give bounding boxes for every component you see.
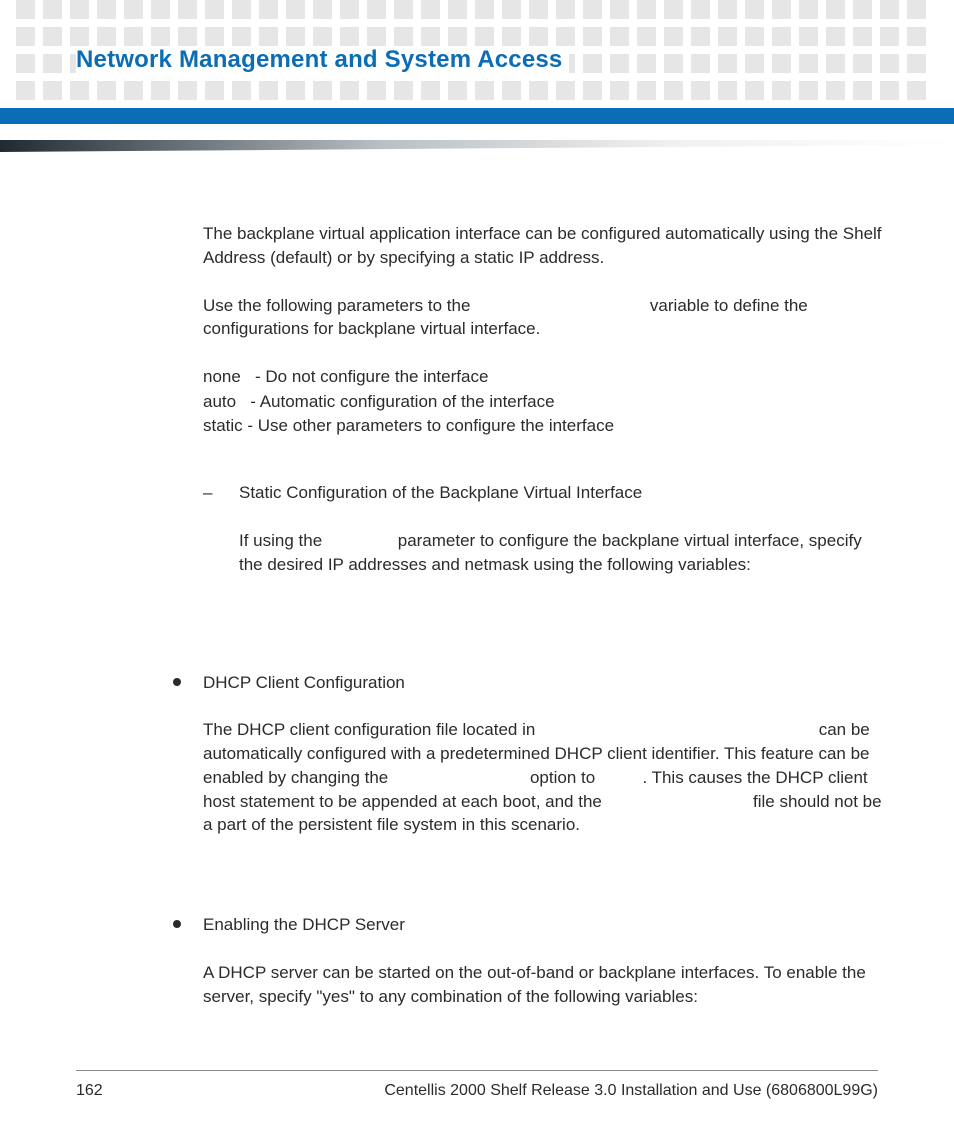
bullet-marker (167, 913, 203, 1032)
b1-c: option to (525, 768, 600, 787)
bullet-para-dhcp-client: The DHCP client configuration file locat… (203, 718, 883, 837)
dash-marker: – (203, 481, 239, 600)
param-static: static - Use other parameters to configu… (203, 414, 883, 439)
footer-rule (76, 1070, 878, 1071)
param-auto: auto - Automatic configuration of the in… (203, 390, 883, 415)
bullet-marker (167, 671, 203, 862)
footer: 162 Centellis 2000 Shelf Release 3.0 Ins… (76, 1082, 878, 1100)
sub-para-static-a: If using the (239, 531, 327, 550)
bullet-head-dhcp-server: Enabling the DHCP Server (203, 913, 883, 937)
para-use-a: Use the following parameters to the (203, 296, 475, 315)
b1-a: The DHCP client configuration file locat… (203, 720, 540, 739)
bullet-dhcp-server: Enabling the DHCP Server A DHCP server c… (167, 913, 883, 1032)
bullet-para-dhcp-server: A DHCP server can be started on the out-… (203, 961, 883, 1009)
sub-para-static-b: parameter to configure the backplane vir… (239, 531, 862, 574)
header-gradient-line (0, 140, 954, 152)
header-blue-bar (0, 108, 954, 124)
page-title: Network Management and System Access (76, 46, 569, 74)
body-content: The backplane virtual application interf… (203, 222, 883, 1033)
para-intro: The backplane virtual application interf… (203, 222, 883, 270)
sub-heading-static: Static Configuration of the Backplane Vi… (239, 481, 883, 505)
page-number: 162 (76, 1082, 103, 1100)
doc-title: Centellis 2000 Shelf Release 3.0 Install… (103, 1082, 878, 1100)
bullet-dhcp-client: DHCP Client Configuration The DHCP clien… (167, 671, 883, 862)
para-use-parameters: Use the following parameters to the vari… (203, 294, 883, 342)
param-none: none - Do not configure the interface (203, 365, 883, 390)
bullet-head-dhcp-client: DHCP Client Configuration (203, 671, 883, 695)
sub-static-config: – Static Configuration of the Backplane … (203, 481, 883, 600)
sub-para-static: If using the parameter to configure the … (239, 529, 883, 577)
